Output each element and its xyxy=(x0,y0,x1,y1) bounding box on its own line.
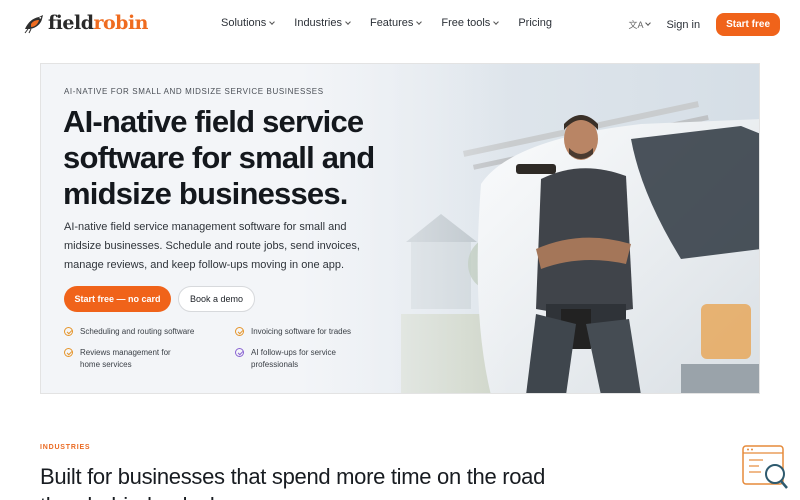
feature-scheduling: Scheduling and routing software xyxy=(64,326,224,338)
menu-pricing[interactable]: Pricing xyxy=(518,17,552,29)
section-title: Built for businesses that spend more tim… xyxy=(40,464,546,489)
language-selector[interactable]: 文A xyxy=(628,18,652,31)
document-search-icon[interactable] xyxy=(741,444,793,492)
feature-label: AI follow-ups for service professionals xyxy=(251,348,336,369)
check-circle-icon xyxy=(64,327,73,336)
book-demo-button[interactable]: Book a demo xyxy=(178,286,255,312)
check-circle-icon xyxy=(235,348,244,357)
menu-label: Industries xyxy=(294,17,342,29)
check-circle-icon xyxy=(64,348,73,357)
menu-industries[interactable]: Industries xyxy=(294,17,351,29)
hero-eyebrow: AI-NATIVE FOR SMALL AND MIDSIZE SERVICE … xyxy=(64,87,324,96)
check-circle-icon xyxy=(235,327,244,336)
language-icon: 文A xyxy=(628,20,644,30)
hero-description: AI-native field service management softw… xyxy=(64,221,360,271)
sign-in-link[interactable]: Sign in xyxy=(666,19,700,31)
feature-label: Scheduling and routing software xyxy=(80,327,195,336)
feature-reviews: Reviews management for home services xyxy=(64,347,189,371)
start-free-no-card-button[interactable]: Start free — no card xyxy=(64,286,171,312)
hero-title: AI-native field service software for sma… xyxy=(63,104,375,211)
chevron-down-icon xyxy=(493,18,500,25)
top-navigation: fieldrobin Solutions Industries Features… xyxy=(0,0,800,48)
menu-label: Features xyxy=(369,17,414,29)
menu-label: Solutions xyxy=(221,17,267,29)
menu-label: Free tools xyxy=(441,17,491,29)
menu-solutions[interactable]: Solutions xyxy=(221,17,276,29)
chevron-down-icon xyxy=(269,18,276,25)
feature-invoicing: Invoicing software for trades xyxy=(235,326,395,338)
feature-label: Invoicing software for trades xyxy=(251,327,352,336)
section-title-line2: than behind a desk. xyxy=(40,491,227,500)
feature-label: Reviews management for home services xyxy=(80,348,171,369)
menu-features[interactable]: Features xyxy=(369,17,423,29)
chevron-down-icon xyxy=(416,18,423,25)
feature-ai-followups: AI follow-ups for service professionals xyxy=(235,347,360,371)
main-menu: Solutions Industries Features Free tools… xyxy=(221,17,572,29)
start-free-button[interactable]: Start free xyxy=(716,13,780,36)
menu-free-tools[interactable]: Free tools xyxy=(441,17,500,29)
nav-actions: 文A Sign in Start free xyxy=(628,13,780,36)
section-eyebrow: INDUSTRIES xyxy=(40,444,91,451)
logo-wordmark: fieldrobin xyxy=(48,12,148,34)
chevron-down-icon xyxy=(645,20,652,26)
menu-label: Pricing xyxy=(518,17,552,29)
chevron-down-icon xyxy=(345,18,351,25)
hero-section: AI-NATIVE FOR SMALL AND MIDSIZE SERVICE … xyxy=(40,63,760,394)
robin-bird-icon xyxy=(24,15,43,34)
logo[interactable]: fieldrobin xyxy=(22,12,148,34)
